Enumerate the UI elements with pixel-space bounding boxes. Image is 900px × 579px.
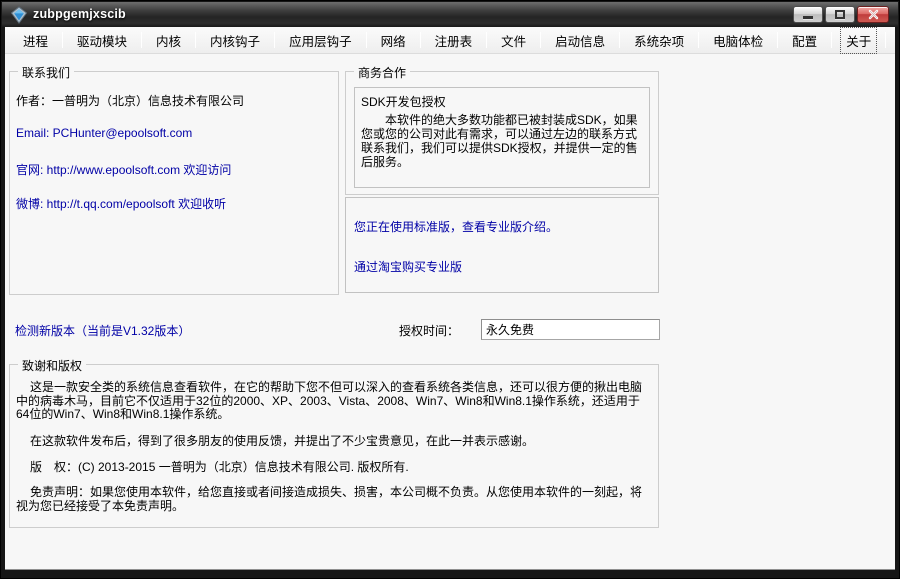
website-link[interactable]: 官网: http://www.epoolsoft.com 欢迎访问 [16, 161, 231, 178]
sdk-description: 本软件的绝大多数功能都已被封装成SDK，如果您或您的公司对此有需求，可以通过左边… [361, 113, 646, 169]
credits-thanks-text: 在这款软件发布后，得到了很多朋友的使用反馈，并提出了不少宝贵意见，在此一并表示感… [16, 435, 653, 449]
tab-settings[interactable]: 配置 [778, 27, 831, 53]
maximize-button[interactable] [825, 6, 855, 23]
gem-icon [10, 6, 28, 24]
tab-kernel-hooks[interactable]: 内核钩子 [196, 27, 274, 53]
titlebar[interactable]: zubpgemjxscib [2, 2, 898, 27]
tab-startup-info[interactable]: 启动信息 [541, 27, 619, 53]
tab-processes[interactable]: 进程 [9, 27, 62, 53]
tab-kernel[interactable]: 内核 [142, 27, 195, 53]
copyright-text: 版 权：(C) 2013-2015 一普明为（北京）信息技术有限公司. 版权所有… [16, 461, 653, 475]
credits-groupbox: 致谢和版权 这是一款安全类的系统信息查看软件，在它的帮助下您不但可以深入的查看系… [9, 364, 659, 528]
tab-about[interactable]: 关于 [832, 27, 885, 53]
version-panel: 您正在使用标准版，查看专业版介绍。 通过淘宝购买专业版 [345, 197, 659, 293]
business-groupbox: 商务合作 SDK开发包授权 本软件的绝大多数功能都已被封装成SDK，如果您或您的… [345, 71, 659, 195]
contact-groupbox: 联系我们 作者：一普明为（北京）信息技术有限公司 Email: PCHunter… [9, 71, 339, 295]
close-icon [868, 9, 879, 20]
taobao-buy-link[interactable]: 通过淘宝购买专业版 [354, 258, 462, 275]
email-link[interactable]: Email: PCHunter@epoolsoft.com [16, 126, 192, 140]
tab-separator [885, 32, 886, 48]
tab-network[interactable]: 网络 [367, 27, 420, 53]
contact-groupbox-label: 联系我们 [18, 64, 74, 81]
app-window: zubpgemjxscib 进程 驱动模块 内核 内核钩子 应用层钩子 网络 注… [0, 0, 900, 579]
minimize-button[interactable] [793, 6, 823, 23]
tab-file[interactable]: 文件 [487, 27, 540, 53]
about-page: 联系我们 作者：一普明为（北京）信息技术有限公司 Email: PCHunter… [5, 54, 895, 569]
sdk-title: SDK开发包授权 [361, 93, 446, 110]
credits-intro-text: 这是一款安全类的系统信息查看软件，在它的帮助下您不但可以深入的查看系统各类信息，… [16, 381, 653, 422]
check-update-link[interactable]: 检测新版本（当前是V1.32版本） [15, 322, 190, 339]
business-groupbox-label: 商务合作 [354, 64, 410, 81]
credits-groupbox-label: 致谢和版权 [18, 357, 86, 374]
tab-pc-checkup[interactable]: 电脑体检 [699, 27, 777, 53]
tab-driver-modules[interactable]: 驱动模块 [63, 27, 141, 53]
tab-system-misc[interactable]: 系统杂项 [620, 27, 698, 53]
window-controls [793, 6, 889, 23]
disclaimer-text: 免责声明：如果您使用本软件，给您直接或者间接造成损失、损害，本公司概不负责。从您… [16, 486, 653, 513]
pro-version-info-link[interactable]: 您正在使用标准版，查看专业版介绍。 [354, 218, 558, 235]
maximize-icon [835, 10, 845, 19]
weibo-link[interactable]: 微博: http://t.qq.com/epoolsoft 欢迎收听 [16, 195, 226, 212]
license-time-field[interactable] [481, 319, 660, 340]
sdk-panel: SDK开发包授权 本软件的绝大多数功能都已被封装成SDK，如果您或您的公司对此有… [354, 87, 650, 188]
close-button[interactable] [857, 6, 889, 23]
window-title: zubpgemjxscib [33, 7, 126, 21]
tab-application-hooks[interactable]: 应用层钩子 [275, 27, 366, 53]
tab-bar: 进程 驱动模块 内核 内核钩子 应用层钩子 网络 注册表 文件 启动信息 系统杂… [5, 27, 895, 54]
author-text: 作者：一普明为（北京）信息技术有限公司 [16, 92, 244, 109]
tab-registry[interactable]: 注册表 [421, 27, 487, 53]
license-time-label: 授权时间： [399, 322, 459, 339]
minimize-icon [803, 16, 813, 19]
